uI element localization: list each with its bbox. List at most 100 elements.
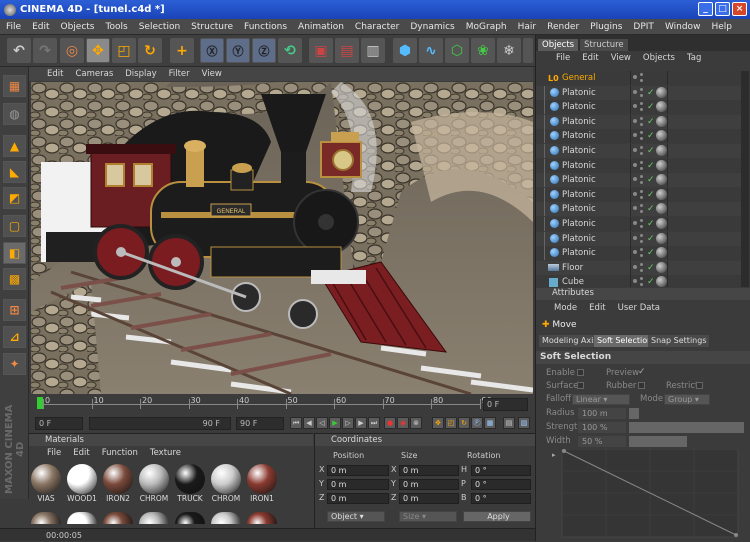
start-frame-field[interactable]: 0 F [35,417,83,430]
render-dot-icon[interactable] [640,73,643,76]
object-row[interactable]: Cube ✓ [536,275,741,287]
goto-end-icon[interactable]: ⏭ [368,417,380,429]
menu-functions[interactable]: Functions [244,22,287,32]
minimize-button[interactable]: _ [698,2,713,16]
goto-start-icon[interactable]: ⏮ [290,417,302,429]
viewport-menu-edit[interactable]: Edit [47,69,63,79]
render-dot-icon[interactable] [640,152,643,155]
material-swatch[interactable]: IRON1 [246,464,278,504]
enabled-check-icon[interactable]: ✓ [647,131,655,141]
subtab-modeling-axis[interactable]: Modeling Axis [539,335,601,347]
material-tag-icon[interactable] [656,261,667,273]
end-frame-field[interactable]: 90 F [236,417,284,430]
size-field[interactable]: 0 m [399,465,459,476]
object-row[interactable]: Platonic ✓ [536,231,741,246]
menu-objects[interactable]: Objects [61,22,95,32]
rotation-field[interactable]: 0 ° [471,479,531,490]
material-swatch-row2[interactable] [175,512,205,524]
position-field[interactable]: 0 m [327,465,389,476]
scale-tool-icon[interactable]: ◰ [112,38,136,63]
array-icon[interactable]: ❀ [471,38,495,63]
material-swatch-row2[interactable] [103,512,133,524]
material-swatch[interactable]: CHROM [210,464,242,504]
render-dot-icon[interactable] [640,195,643,199]
key-pla-icon[interactable]: ▦ [484,417,496,429]
add-tool-icon[interactable]: + [170,38,194,63]
undo-icon[interactable]: ↶ [7,38,31,63]
play-icon[interactable]: ▶ [329,417,341,429]
render-dot-icon[interactable] [640,233,643,237]
tab-objects[interactable]: Objects [538,39,579,51]
use-points-icon[interactable]: ▲ [3,135,26,157]
strength-field[interactable]: 100 % [578,422,626,433]
tab-structure[interactable]: Structure [580,39,628,51]
objects-menu-tag[interactable]: Tag [687,53,701,63]
object-row[interactable]: Platonic ✓ [536,202,741,217]
radius-slider[interactable] [629,408,639,419]
prev-frame-icon[interactable]: ◁ [316,417,328,429]
preview-checkmark-icon[interactable]: ✓ [638,367,646,377]
menu-character[interactable]: Character [355,22,399,32]
next-frame-icon[interactable]: ▷ [342,417,354,429]
x-axis-icon[interactable]: Ⓧ [200,38,224,63]
object-row[interactable]: Platonic ✓ [536,246,741,261]
y-axis-icon[interactable]: Ⓨ [226,38,250,63]
tweak-mode-icon[interactable]: ◧ [3,242,26,264]
menu-dpit[interactable]: DPIT [633,22,654,32]
restrict-checkbox[interactable] [696,382,703,389]
move-tool-icon[interactable]: ✥ [86,38,110,63]
enabled-check-icon[interactable]: ✓ [647,88,655,98]
objects-menu-file[interactable]: File [556,53,570,63]
object-row[interactable]: L0 General [536,71,741,85]
next-key-icon[interactable]: ▶ [355,417,367,429]
subtab-soft-selection[interactable]: Soft Selection [594,335,656,347]
more-tools-icon[interactable] [523,38,533,63]
material-swatch-row2[interactable] [67,512,97,524]
render-dot-icon[interactable] [640,166,643,170]
object-row[interactable]: Platonic ✓ [536,100,741,115]
object-row[interactable]: Platonic ✓ [536,114,741,129]
render-view-icon[interactable]: ▣ [309,38,333,63]
viewport-menu-filter[interactable]: Filter [169,69,190,79]
apply-button[interactable]: Apply [463,511,531,522]
enabled-check-icon[interactable]: ✓ [647,263,655,273]
use-edges-icon[interactable]: ◣ [3,161,26,183]
cube-primitive-icon[interactable]: ⬢ [393,38,417,63]
render-dot-icon[interactable] [640,225,643,228]
falloff-curve-graph[interactable]: ▸ [550,449,740,539]
material-tag-icon[interactable] [656,159,667,171]
object-row[interactable]: Floor ✓ [536,260,741,275]
viewport-menu-cameras[interactable]: Cameras [75,69,113,79]
sculpt-icon[interactable]: ✦ [3,353,26,375]
render-dot-icon[interactable] [640,122,643,126]
menu-selection[interactable]: Selection [139,22,180,32]
render-dot-icon[interactable] [640,239,643,243]
width-slider[interactable] [629,436,687,447]
render-dot-icon[interactable] [640,219,643,222]
menu-tools[interactable]: Tools [106,22,128,32]
key-rotation-icon[interactable]: ↻ [458,417,470,429]
record-icon[interactable]: ● [384,417,396,429]
menu-render[interactable]: Render [547,22,579,32]
enabled-check-icon[interactable]: ✓ [647,277,655,287]
material-tag-icon[interactable] [656,232,667,244]
render-dot-icon[interactable] [640,87,643,91]
menu-mograph[interactable]: MoGraph [466,22,507,32]
mode-dropdown[interactable]: Group ▾ [664,394,710,405]
menu-structure[interactable]: Structure [191,22,233,32]
redo-icon[interactable]: ↷ [33,38,57,63]
viewport-menu-view[interactable]: View [202,69,222,79]
material-swatch[interactable]: TRUCK [174,464,206,504]
enabled-check-icon[interactable]: ✓ [647,161,655,171]
attributes-menu-mode[interactable]: Mode [554,303,577,313]
timeline-ruler[interactable]: 0102030405060708090 0 F [29,395,535,413]
render-dot-icon[interactable] [640,79,643,82]
enabled-check-icon[interactable]: ✓ [647,102,655,112]
maximize-button[interactable]: □ [715,2,730,16]
object-row[interactable]: Platonic ✓ [536,187,741,202]
live-select-icon[interactable]: ◎ [60,38,84,63]
size-field[interactable]: 0 m [399,479,459,490]
visibility-dot-icon[interactable] [633,75,637,79]
material-swatch-row2[interactable] [31,512,61,524]
materials-menu-function[interactable]: Function [102,448,138,458]
